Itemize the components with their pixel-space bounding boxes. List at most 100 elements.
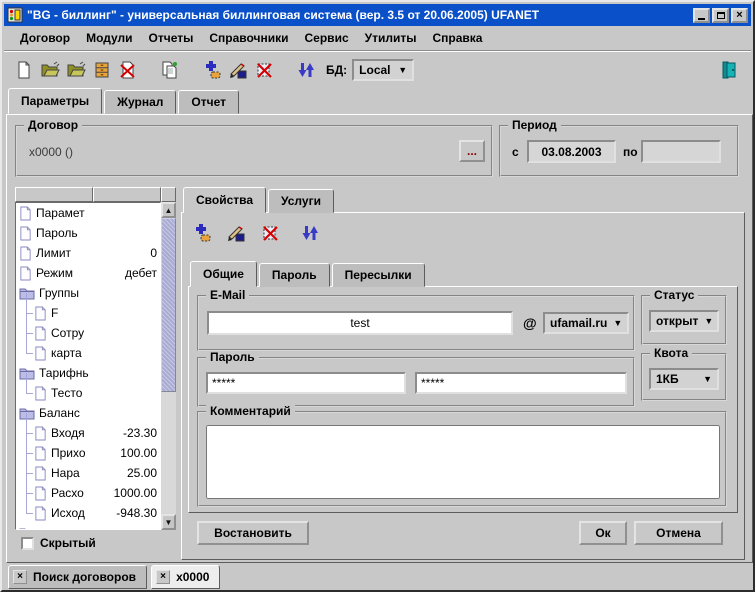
tab-parameters[interactable]: Параметры xyxy=(8,88,102,114)
tree-row[interactable]: Группы xyxy=(16,283,160,303)
menu-reports[interactable]: Отчеты xyxy=(141,29,202,47)
hidden-checkbox[interactable] xyxy=(21,537,34,550)
status-select[interactable]: открыт ▼ xyxy=(649,310,719,332)
tab-journal[interactable]: Журнал xyxy=(104,90,176,114)
add-record-button[interactable] xyxy=(190,221,214,245)
email-domain-select[interactable]: ufamail.ru ▼ xyxy=(543,312,629,334)
refresh-button[interactable] xyxy=(294,58,318,82)
tree-row[interactable]: F xyxy=(16,303,160,323)
db-label: БД: xyxy=(326,63,347,77)
add-record-icon xyxy=(192,223,212,243)
tree-row[interactable] xyxy=(16,523,160,530)
menu-bar: Договор Модули Отчеты Справочники Сервис… xyxy=(4,26,751,50)
tree-row[interactable]: Расхо1000.00 xyxy=(16,483,160,503)
new-document-button[interactable] xyxy=(12,58,36,82)
tree-row[interactable]: Лимит0 xyxy=(16,243,160,263)
tab-x0000[interactable]: × x0000 xyxy=(151,565,220,589)
maximize-button[interactable] xyxy=(712,8,729,23)
open-folder-button[interactable] xyxy=(64,58,88,82)
add-record-button[interactable] xyxy=(200,58,224,82)
tab-contract-search[interactable]: × Поиск договоров xyxy=(8,565,147,589)
close-tab-button[interactable]: × xyxy=(156,570,170,584)
tree-row[interactable]: Тесто xyxy=(16,383,160,403)
tree-row[interactable]: Тарифнь xyxy=(16,363,160,383)
menu-help[interactable]: Справка xyxy=(424,29,490,47)
ok-button[interactable]: Ок xyxy=(579,521,627,545)
copy-document-icon xyxy=(160,60,180,80)
card-file-button[interactable] xyxy=(90,58,114,82)
tab-general[interactable]: Общие xyxy=(190,261,257,287)
tree-connector xyxy=(19,503,34,523)
minimize-button[interactable] xyxy=(693,8,710,23)
contract-browse-button[interactable]: ... xyxy=(459,140,485,162)
open-contract-icon xyxy=(40,60,60,80)
tab-services[interactable]: Услуги xyxy=(268,189,334,213)
tree-row[interactable]: карта xyxy=(16,343,160,363)
period-to-label: по xyxy=(623,145,638,159)
tree-row[interactable]: Пароль xyxy=(16,223,160,243)
document-icon xyxy=(34,306,47,321)
close-button[interactable]: × xyxy=(731,8,748,23)
tab-properties[interactable]: Свойства xyxy=(183,187,266,213)
folder-icon xyxy=(19,366,35,380)
period-from-field[interactable]: 03.08.2003 xyxy=(527,140,616,163)
close-tab-button[interactable]: × xyxy=(13,570,27,584)
tab-forwards[interactable]: Пересылки xyxy=(332,263,425,287)
tree-row[interactable]: Прихо100.00 xyxy=(16,443,160,463)
chevron-down-icon: ▼ xyxy=(703,374,712,384)
period-group-title: Период xyxy=(508,119,561,132)
scroll-down-icon: ▼ xyxy=(165,518,173,527)
delete-record-button[interactable] xyxy=(252,58,276,82)
tree-scrollbar[interactable]: ▲ ▼ xyxy=(161,202,176,530)
email-input[interactable] xyxy=(207,311,513,335)
password-confirm-input[interactable] xyxy=(415,372,627,394)
delete-document-button[interactable] xyxy=(116,58,140,82)
tree-row[interactable]: Парамет xyxy=(16,203,160,223)
copy-document-button[interactable] xyxy=(158,58,182,82)
scroll-up-button[interactable]: ▲ xyxy=(161,202,176,218)
tree-header-name[interactable] xyxy=(15,187,93,202)
scrollbar-thumb[interactable] xyxy=(161,218,176,392)
tab-report[interactable]: Отчет xyxy=(178,90,239,114)
document-icon xyxy=(19,206,32,221)
tree-row[interactable]: Сотру xyxy=(16,323,160,343)
edit-record-button[interactable] xyxy=(226,58,250,82)
title-bar: "BG - биллинг" - универсальная биллингов… xyxy=(4,4,751,26)
db-select[interactable]: Local ▼ xyxy=(352,59,414,81)
tree-header-value[interactable] xyxy=(93,187,161,202)
delete-document-icon xyxy=(118,60,138,80)
open-contract-button[interactable] xyxy=(38,58,62,82)
scroll-down-button[interactable]: ▼ xyxy=(161,514,176,530)
tree-row[interactable]: Входя-23.30 xyxy=(16,423,160,443)
restore-button[interactable]: Востановить xyxy=(197,521,309,545)
open-folder-icon xyxy=(66,60,86,80)
card-file-icon xyxy=(92,60,112,80)
document-icon xyxy=(19,266,32,281)
exit-icon xyxy=(719,60,739,80)
menu-utilities[interactable]: Утилиты xyxy=(357,29,425,47)
tab-password[interactable]: Пароль xyxy=(259,263,330,287)
delete-record-button[interactable] xyxy=(258,221,282,245)
comment-textarea[interactable] xyxy=(206,425,720,499)
minimize-icon xyxy=(698,18,705,20)
document-icon xyxy=(19,226,32,241)
menu-directories[interactable]: Справочники xyxy=(201,29,296,47)
quota-group-title: Квота xyxy=(650,347,692,360)
document-icon xyxy=(34,346,47,361)
menu-contract[interactable]: Договор xyxy=(12,29,78,47)
refresh-button[interactable] xyxy=(298,221,322,245)
contract-tree: Парамет Пароль Лимит0 Режимдебет Группы … xyxy=(15,187,176,530)
tree-row[interactable]: Исход-948.30 xyxy=(16,503,160,523)
tree-row[interactable]: Нара25.00 xyxy=(16,463,160,483)
cancel-button[interactable]: Отмена xyxy=(634,521,723,545)
tree-row[interactable]: Режимдебет xyxy=(16,263,160,283)
menu-service[interactable]: Сервис xyxy=(297,29,357,47)
exit-button[interactable] xyxy=(717,58,741,82)
edit-record-button[interactable] xyxy=(224,221,248,245)
menu-modules[interactable]: Модули xyxy=(78,29,140,47)
password-input[interactable] xyxy=(206,372,406,394)
tree-row[interactable]: Баланс xyxy=(16,403,160,423)
folder-icon xyxy=(19,286,35,300)
quota-select[interactable]: 1КБ ▼ xyxy=(649,368,719,390)
period-to-field[interactable] xyxy=(641,140,721,163)
